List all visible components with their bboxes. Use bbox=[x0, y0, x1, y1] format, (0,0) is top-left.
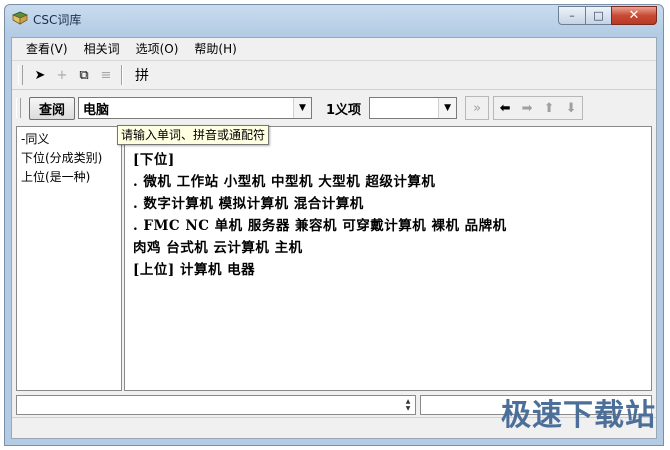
expand-group: » bbox=[465, 96, 490, 120]
bottom-input[interactable]: ▲ ▼ bbox=[16, 395, 416, 415]
tree-item-hyponym[interactable]: 下位(分成类别) bbox=[17, 149, 121, 168]
tree-item-hypernym[interactable]: 上位(是一种) bbox=[17, 168, 121, 187]
result-line: 肉鸡 台式机 云计算机 主机 bbox=[133, 240, 303, 256]
lookup-button[interactable]: 查阅 bbox=[29, 96, 75, 120]
relation-tree: -同义 下位(分成类别) 上位(是一种) bbox=[16, 126, 122, 391]
sense-label: 1义项 bbox=[326, 102, 362, 118]
spin-arrows-icon[interactable]: ▲ ▼ bbox=[401, 396, 415, 414]
main-toolbar: ➤ + ⧉ ≡ 拼 bbox=[12, 61, 656, 90]
search-tooltip: 请输入单词、拼音或通配符 bbox=[117, 125, 270, 145]
search-input[interactable]: 电脑 bbox=[79, 99, 293, 118]
tree-item-synonym[interactable]: -同义 bbox=[17, 130, 121, 149]
pinyin-button[interactable]: 拼 bbox=[127, 64, 157, 86]
window-title: CSC词库 bbox=[33, 13, 82, 27]
down-arrow-icon[interactable]: ⬇ bbox=[560, 97, 582, 119]
menu-bar: 查看(V) 相关词 选项(O) 帮助(H) bbox=[12, 38, 656, 61]
result-line: [下位] bbox=[133, 152, 175, 168]
result-line: . 数字计算机 模拟计算机 混合计算机 bbox=[133, 196, 364, 212]
result-line: . FMC NC 单机 服务器 兼容机 可穿戴计算机 裸机 品牌机 bbox=[133, 218, 507, 234]
title-bar[interactable]: CSC词库 – □ ✕ bbox=[5, 5, 663, 33]
list-icon[interactable]: ≡ bbox=[95, 64, 117, 86]
app-window: CSC词库 – □ ✕ 查看(V) 相关词 选项(O) 帮助(H) ➤ + ⧉ … bbox=[4, 4, 664, 446]
toolbar-grip[interactable] bbox=[18, 65, 23, 85]
chevron-down-icon[interactable]: ▼ bbox=[293, 98, 311, 118]
sense-combo[interactable]: ▼ bbox=[369, 97, 458, 119]
client-area: 查看(V) 相关词 选项(O) 帮助(H) ➤ + ⧉ ≡ 拼 查阅 电脑 ▼ … bbox=[11, 37, 657, 439]
expand-icon[interactable]: » bbox=[466, 97, 488, 119]
menu-help[interactable]: 帮助(H) bbox=[186, 39, 244, 59]
minimize-button[interactable]: – bbox=[558, 6, 585, 25]
nav-group: ⬅ ➡ ⬆ ⬇ bbox=[493, 96, 584, 120]
menu-view[interactable]: 查看(V) bbox=[18, 39, 76, 59]
close-button[interactable]: ✕ bbox=[611, 6, 657, 25]
window-controls: – □ ✕ bbox=[558, 6, 657, 26]
search-toolbar-grip[interactable] bbox=[16, 98, 21, 118]
copy-icon[interactable]: ⧉ bbox=[73, 64, 95, 86]
maximize-button[interactable]: □ bbox=[585, 6, 611, 25]
book-icon bbox=[12, 11, 28, 25]
forward-arrow-icon[interactable]: ➡ bbox=[516, 97, 538, 119]
search-combo[interactable]: 电脑 ▼ bbox=[78, 97, 312, 119]
sense-chevron-down-icon[interactable]: ▼ bbox=[438, 98, 457, 118]
add-icon[interactable]: + bbox=[51, 64, 73, 86]
result-line: . 微机 工作站 小型机 中型机 大型机 超级计算机 bbox=[133, 174, 436, 190]
menu-options[interactable]: 选项(O) bbox=[128, 39, 187, 59]
search-toolbar: 查阅 电脑 ▼ 1义项 ▼ » ⬅ ➡ ⬆ ⬇ bbox=[12, 93, 656, 123]
menu-related-words[interactable]: 相关词 bbox=[76, 39, 128, 59]
pointer-icon[interactable]: ➤ bbox=[29, 64, 51, 86]
up-arrow-icon[interactable]: ⬆ bbox=[538, 97, 560, 119]
watermark: 极速下载站 bbox=[501, 398, 656, 433]
toolbar-separator bbox=[121, 65, 123, 85]
result-line: [上位] 计算机 电器 bbox=[133, 262, 256, 278]
back-arrow-icon[interactable]: ⬅ bbox=[494, 97, 516, 119]
result-pane: [下位] . 微机 工作站 小型机 中型机 大型机 超级计算机 . 数字计算机 … bbox=[124, 126, 652, 391]
